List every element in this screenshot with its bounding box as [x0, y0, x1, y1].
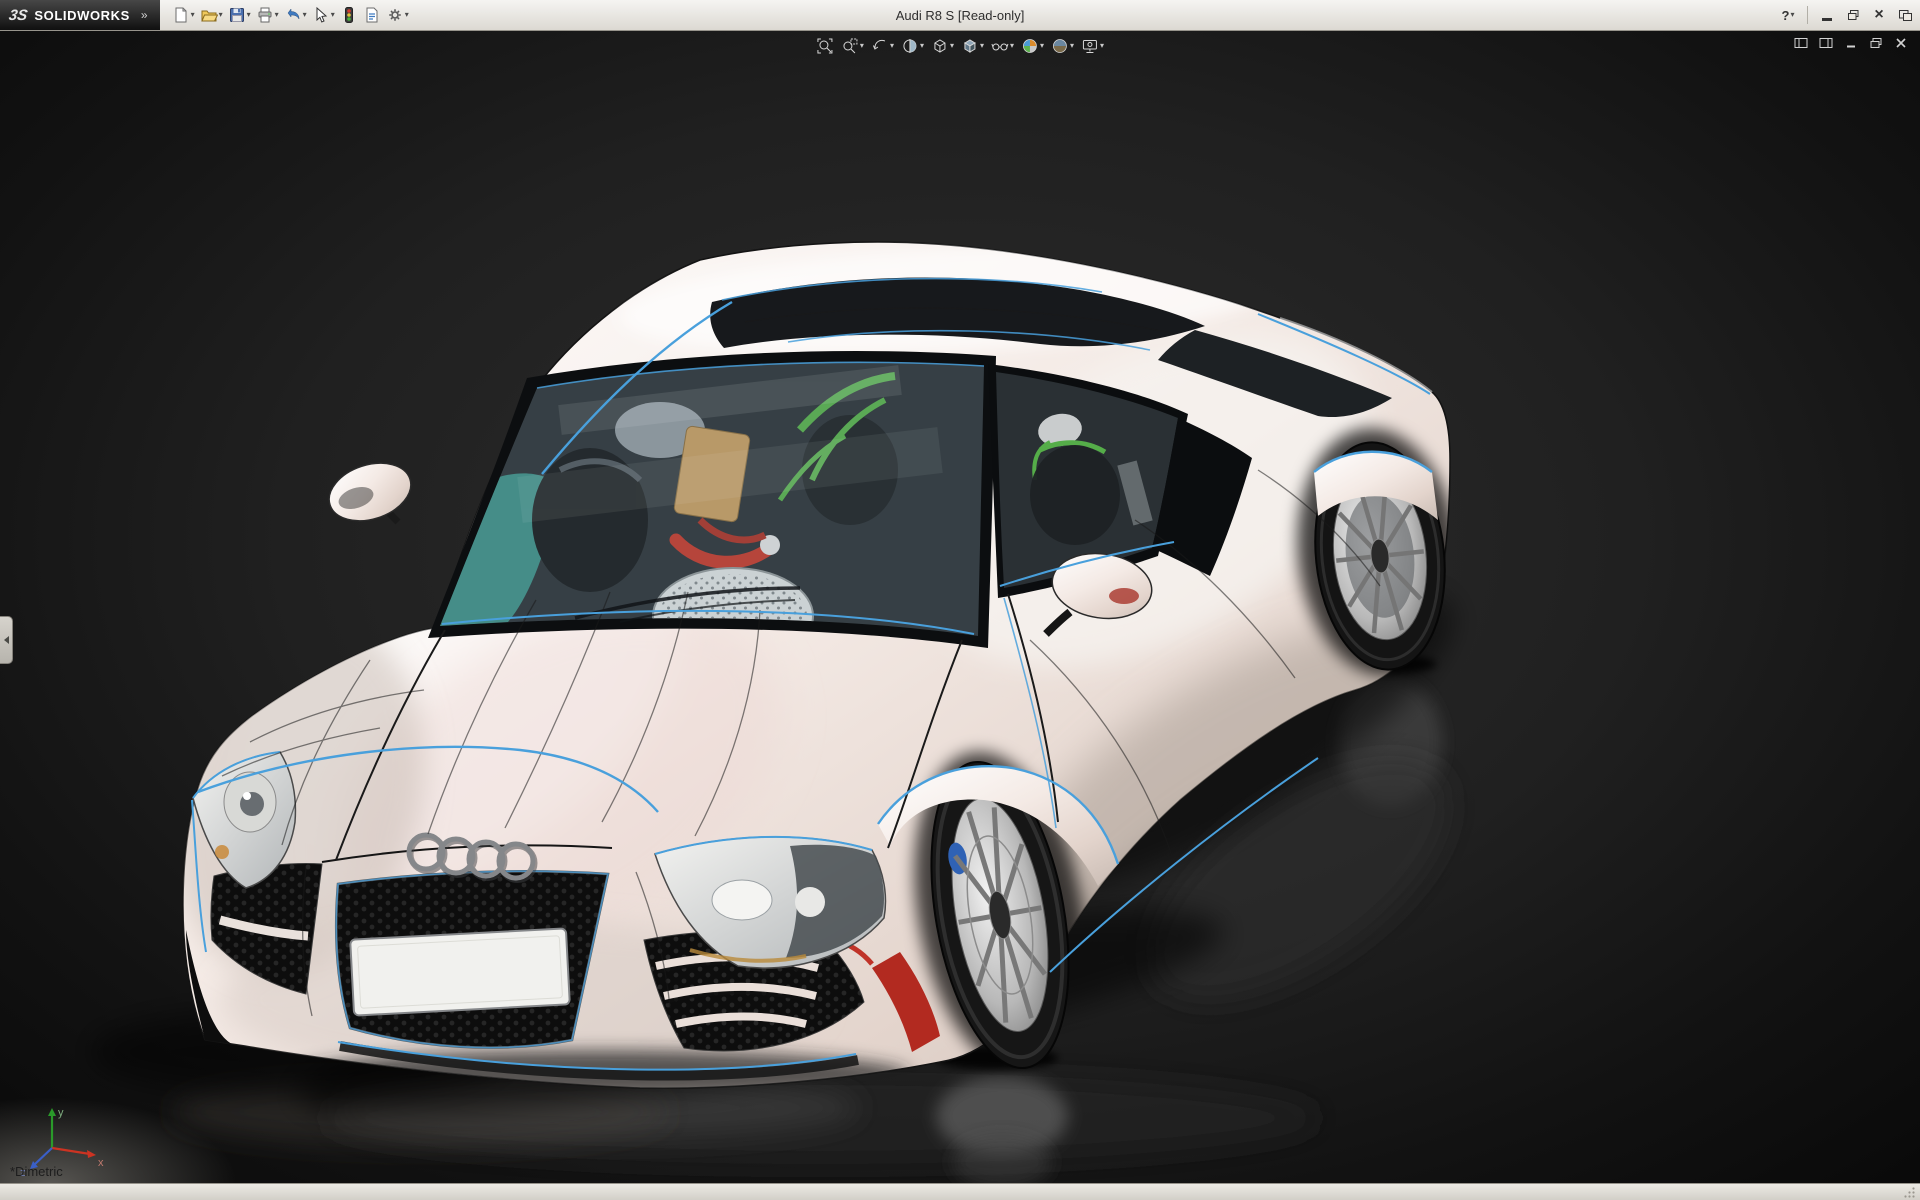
zoom-to-fit-button[interactable]	[814, 34, 836, 58]
interior-through-windshield	[420, 350, 1000, 664]
pane-right-icon	[1819, 37, 1833, 49]
view-settings-button[interactable]: ▾	[1079, 34, 1106, 58]
display-style-button[interactable]: ▾	[959, 34, 986, 58]
close-doc-button[interactable]	[1892, 35, 1910, 51]
dropdown-caret-icon[interactable]: ▾	[405, 11, 409, 19]
license-plate	[350, 928, 570, 1015]
pane-right-button[interactable]	[1817, 35, 1835, 51]
options-button[interactable]: ▾	[384, 3, 411, 27]
view-settings-icon	[1081, 37, 1099, 55]
switch-window-icon	[1898, 9, 1913, 22]
open-document-icon	[200, 6, 218, 24]
restore-doc-button[interactable]	[1867, 35, 1885, 51]
dassault-3ds-logo-icon: 3S	[8, 7, 29, 24]
triad-y-label: y	[58, 1107, 64, 1119]
pane-left-icon	[1794, 37, 1808, 49]
open-document-button[interactable]: ▾	[198, 3, 225, 27]
standard-toolbar: ▾ ▾ ▾ ▾ ▾ ▾ ▾	[170, 3, 411, 27]
apply-scene-icon	[1051, 37, 1069, 55]
close-doc-icon	[1894, 37, 1908, 49]
undo-icon	[284, 6, 302, 24]
dropdown-caret-icon[interactable]: ▾	[331, 11, 335, 19]
dropdown-caret-icon[interactable]: ▾	[275, 11, 279, 19]
rebuild-icon	[340, 6, 358, 24]
undo-button[interactable]: ▾	[282, 3, 309, 27]
pane-left-button[interactable]	[1792, 35, 1810, 51]
file-properties-icon	[363, 6, 381, 24]
dropdown-caret-icon[interactable]: ▾	[920, 42, 924, 50]
titlebar: 3S SOLIDWORKS » ▾ ▾ ▾ ▾ ▾ ▾ ▾ Audi R8 S [Read-…	[0, 0, 1920, 31]
close-icon: ×	[1874, 7, 1883, 23]
view-orientation-button[interactable]: ▾	[929, 34, 956, 58]
dropdown-caret-icon[interactable]: ▾	[860, 42, 864, 50]
print-icon	[256, 6, 274, 24]
save-icon	[228, 6, 246, 24]
dropdown-caret-icon[interactable]: ▾	[890, 42, 894, 50]
dropdown-caret-icon[interactable]: ▾	[1790, 11, 1794, 19]
display-style-icon	[961, 37, 979, 55]
restore-button[interactable]	[1841, 4, 1865, 26]
view-orientation-icon	[931, 37, 949, 55]
minimize-doc-button[interactable]	[1842, 35, 1860, 51]
window-controls: ?▾ ×	[1776, 0, 1917, 30]
section-view-icon	[901, 37, 919, 55]
minimize-icon	[1822, 18, 1832, 21]
statusbar	[0, 1183, 1920, 1200]
graphics-area[interactable]: y x z ▾ ▾ ▾ ▾ ▾ ▾ ▾ ▾ ▾	[0, 30, 1920, 1184]
hide-show-items-icon	[991, 37, 1009, 55]
new-document-button[interactable]: ▾	[170, 3, 197, 27]
dropdown-caret-icon[interactable]: ▾	[247, 11, 251, 19]
edit-appearance-icon	[1021, 37, 1039, 55]
dropdown-caret-icon[interactable]: ▾	[1070, 42, 1074, 50]
expand-panel-arrow-icon	[4, 636, 9, 644]
solidworks-logo: 3S SOLIDWORKS »	[0, 0, 160, 30]
new-document-icon	[172, 6, 190, 24]
left-mirror	[322, 453, 419, 530]
minimize-button[interactable]	[1815, 4, 1839, 26]
zoom-to-area-icon	[841, 37, 859, 55]
zoom-to-fit-icon	[816, 37, 834, 55]
solidworks-app: { "titlebar": { "brand_mark": "3S", "bra…	[0, 0, 1920, 1200]
window-title: Audi R8 S [Read-only]	[896, 0, 1025, 30]
section-view-button[interactable]: ▾	[899, 34, 926, 58]
view-orientation-label: *Dimetric	[10, 1164, 63, 1179]
previous-view-button[interactable]: ▾	[869, 34, 896, 58]
dropdown-caret-icon[interactable]: ▾	[219, 11, 223, 19]
restore-doc-icon	[1869, 37, 1883, 49]
edit-appearance-button[interactable]: ▾	[1019, 34, 1046, 58]
dropdown-caret-icon[interactable]: ▾	[1040, 42, 1044, 50]
previous-view-icon	[871, 37, 889, 55]
dropdown-caret-icon[interactable]: ▾	[1100, 42, 1104, 50]
close-button[interactable]: ×	[1867, 4, 1891, 26]
featuremanager-collapsed-tab[interactable]	[0, 616, 13, 664]
print-button[interactable]: ▾	[254, 3, 281, 27]
zoom-to-area-button[interactable]: ▾	[839, 34, 866, 58]
help-button[interactable]: ?▾	[1776, 4, 1800, 26]
separator	[1807, 6, 1808, 24]
triad-x-label: x	[98, 1157, 104, 1169]
document-window-controls	[1792, 35, 1910, 51]
switch-window-button[interactable]	[1893, 4, 1917, 26]
rebuild-button[interactable]	[338, 3, 360, 27]
apply-scene-button[interactable]: ▾	[1049, 34, 1076, 58]
minimize-doc-icon	[1844, 37, 1858, 49]
menu-expander-icon[interactable]: »	[141, 8, 148, 22]
resize-grip-icon[interactable]	[1903, 1186, 1916, 1199]
dropdown-caret-icon[interactable]: ▾	[303, 11, 307, 19]
save-button[interactable]: ▾	[226, 3, 253, 27]
dropdown-caret-icon[interactable]: ▾	[950, 42, 954, 50]
dropdown-caret-icon[interactable]: ▾	[191, 11, 195, 19]
select-icon	[312, 6, 330, 24]
restore-icon	[1847, 9, 1860, 21]
brand-name: SOLIDWORKS	[34, 8, 130, 23]
select-button[interactable]: ▾	[310, 3, 337, 27]
3d-scene[interactable]: y x z	[0, 30, 1920, 1184]
hide-show-items-button[interactable]: ▾	[989, 34, 1016, 58]
options-icon	[386, 6, 404, 24]
file-properties-button[interactable]	[361, 3, 383, 27]
heads-up-view-toolbar: ▾ ▾ ▾ ▾ ▾ ▾ ▾ ▾ ▾	[814, 34, 1106, 58]
dropdown-caret-icon[interactable]: ▾	[1010, 42, 1014, 50]
dropdown-caret-icon[interactable]: ▾	[980, 42, 984, 50]
